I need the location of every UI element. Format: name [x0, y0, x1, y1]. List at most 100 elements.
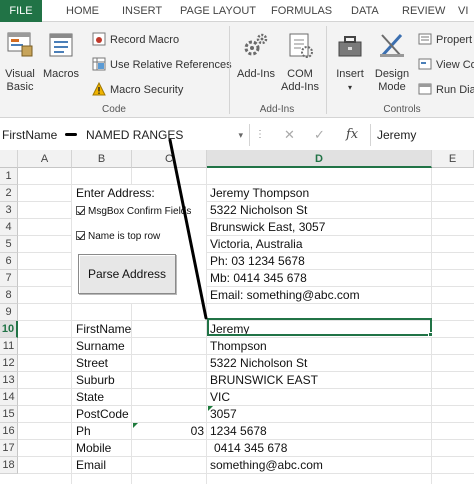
- name-top-row-checkbox[interactable]: Name is top row: [76, 230, 160, 244]
- field-name[interactable]: FirstName: [76, 321, 131, 338]
- addins-button[interactable]: Add-Ins: [234, 30, 278, 81]
- row-header[interactable]: 12: [0, 355, 18, 372]
- insert-control-button[interactable]: Insert ▾: [332, 30, 368, 94]
- fill-handle[interactable]: [428, 332, 433, 337]
- field-value[interactable]: Thompson: [210, 338, 267, 355]
- address-line[interactable]: Brunswick East, 3057: [210, 219, 325, 236]
- annotation-dash: [64, 133, 77, 136]
- row-header[interactable]: 9: [0, 304, 18, 321]
- row-header[interactable]: 1: [0, 168, 18, 185]
- select-all-corner[interactable]: [0, 150, 18, 168]
- com-addins-button[interactable]: COM Add-Ins: [278, 30, 322, 94]
- field-value[interactable]: something@abc.com: [210, 457, 323, 474]
- ribbon: Visual Basic Macros Record Macro Use Rel…: [0, 22, 474, 118]
- formula-input[interactable]: Jeremy: [370, 124, 474, 146]
- row-header[interactable]: 4: [0, 219, 18, 236]
- macros-button[interactable]: Macros: [42, 30, 80, 81]
- gears-icon: [244, 33, 268, 56]
- row-header[interactable]: 5: [0, 236, 18, 253]
- field-value[interactable]: 5322 Nicholson St: [210, 355, 307, 372]
- field-name[interactable]: Street: [76, 355, 108, 372]
- properties-button[interactable]: Propert: [418, 32, 472, 48]
- cancel-icon[interactable]: ✕: [284, 124, 295, 146]
- macros-icon: [49, 33, 73, 57]
- column-header-b[interactable]: B: [72, 150, 132, 168]
- tab-review[interactable]: REVIEW: [402, 0, 445, 22]
- named-ranges-annotation: NAMED RANGES: [86, 128, 184, 142]
- visual-basic-button[interactable]: Visual Basic: [2, 30, 38, 94]
- record-macro-label: Record Macro: [110, 34, 180, 46]
- field-name[interactable]: Email: [76, 457, 106, 474]
- field-value[interactable]: 3057: [210, 406, 237, 423]
- tab-page-layout[interactable]: PAGE LAYOUT: [180, 0, 256, 22]
- relative-references-button[interactable]: Use Relative References: [92, 57, 232, 73]
- column-header-e[interactable]: E: [432, 150, 474, 168]
- column-header-d[interactable]: D: [207, 150, 432, 168]
- row-header[interactable]: 11: [0, 338, 18, 355]
- row-header[interactable]: 17: [0, 440, 18, 457]
- address-line[interactable]: Jeremy Thompson: [210, 185, 309, 202]
- insert-control-label: Insert: [336, 68, 364, 80]
- row-header[interactable]: 13: [0, 372, 18, 389]
- active-cell-selection: [207, 318, 432, 336]
- field-name[interactable]: Ph: [76, 423, 91, 440]
- field-value[interactable]: 1234 5678: [210, 423, 267, 440]
- column-header-a[interactable]: A: [18, 150, 72, 168]
- column-header-c[interactable]: C: [132, 150, 207, 168]
- field-value[interactable]: 0414 345 678: [210, 440, 287, 457]
- tab-view[interactable]: VI: [458, 0, 468, 22]
- macro-security-button[interactable]: Macro Security: [92, 82, 183, 98]
- field-name[interactable]: PostCode: [76, 406, 129, 423]
- address-line[interactable]: Email: something@abc.com: [210, 287, 360, 304]
- insert-function-icon[interactable]: fx: [346, 124, 358, 146]
- row-header[interactable]: 6: [0, 253, 18, 270]
- parse-address-button[interactable]: Parse Address: [78, 254, 176, 294]
- tab-home[interactable]: HOME: [66, 0, 99, 22]
- row-header[interactable]: 18: [0, 457, 18, 474]
- run-dialog-button[interactable]: Run Dia: [418, 82, 474, 98]
- design-mode-button[interactable]: Design Mode: [372, 30, 412, 94]
- row-header[interactable]: 14: [0, 389, 18, 406]
- view-code-button[interactable]: View Co: [418, 57, 474, 73]
- name-box-value: FirstName: [2, 128, 58, 142]
- enter-address-label: Enter Address:: [76, 186, 155, 200]
- row-header[interactable]: 8: [0, 287, 18, 304]
- row-header[interactable]: 10: [0, 321, 18, 338]
- address-line[interactable]: 5322 Nicholson St: [210, 202, 307, 219]
- formula-buttons: ⋮ ✕ ✓ fx: [250, 124, 370, 146]
- tab-insert[interactable]: INSERT: [122, 0, 162, 22]
- msgbox-confirm-label: MsgBox Confirm Fields: [88, 206, 192, 217]
- design-mode-icon: [380, 33, 404, 58]
- row-header[interactable]: 7: [0, 270, 18, 287]
- row-header[interactable]: 16: [0, 423, 18, 440]
- view-code-label: View Co: [436, 59, 474, 71]
- macros-label: Macros: [42, 68, 80, 80]
- name-box-dropdown-icon[interactable]: ▾: [238, 124, 243, 146]
- record-macro-button[interactable]: Record Macro: [92, 32, 179, 48]
- design-mode-label: Design Mode: [374, 68, 410, 93]
- tab-data[interactable]: DATA: [351, 0, 379, 22]
- row-header[interactable]: 2: [0, 185, 18, 202]
- name-top-row-label: Name is top row: [88, 231, 161, 242]
- field-name[interactable]: Surname: [76, 338, 125, 355]
- row-header[interactable]: 3: [0, 202, 18, 219]
- address-line[interactable]: Mb: 0414 345 678: [210, 270, 307, 287]
- run-dialog-icon: [418, 83, 432, 95]
- worksheet-grid[interactable]: A B C D E 1 2 3 4 5 6 7 8 9 10 11 12 13 …: [0, 150, 474, 484]
- msgbox-confirm-checkbox[interactable]: MsgBox Confirm Fields: [76, 205, 191, 219]
- row-header[interactable]: 15: [0, 406, 18, 423]
- field-name[interactable]: State: [76, 389, 104, 406]
- field-value[interactable]: VIC: [210, 389, 230, 406]
- visual-basic-label: Visual Basic: [5, 68, 35, 93]
- address-line[interactable]: Ph: 03 1234 5678: [210, 253, 305, 270]
- field-value[interactable]: BRUNSWICK EAST: [210, 372, 318, 389]
- field-name[interactable]: Mobile: [76, 440, 111, 457]
- enter-icon[interactable]: ✓: [314, 124, 325, 146]
- name-box[interactable]: FirstName NAMED RANGES ▾: [0, 124, 250, 146]
- group-label-addins: Add-Ins: [259, 104, 295, 115]
- field-name[interactable]: Suburb: [76, 372, 115, 389]
- tab-formulas[interactable]: FORMULAS: [271, 0, 332, 22]
- phone-area-code[interactable]: 03: [132, 423, 204, 440]
- address-line[interactable]: Victoria, Australia: [210, 236, 303, 253]
- tab-file[interactable]: FILE: [0, 0, 42, 22]
